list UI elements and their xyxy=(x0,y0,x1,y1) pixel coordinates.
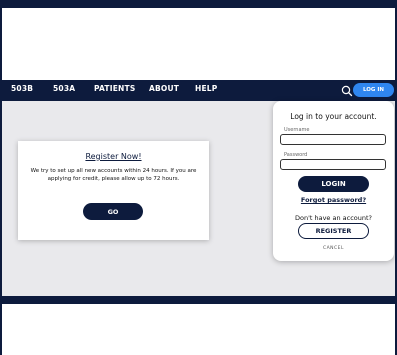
nav-item-help[interactable]: HELP xyxy=(195,84,217,93)
nav-login-button[interactable]: LOG IN xyxy=(353,83,394,97)
login-panel: Log in to your account. Username Passwor… xyxy=(273,101,394,261)
register-button[interactable]: REGISTER xyxy=(298,223,369,239)
login-button[interactable]: LOGIN xyxy=(298,176,369,192)
navbar: 503B 503A PATIENTS ABOUT HELP LOG IN xyxy=(0,80,397,101)
top-border xyxy=(0,0,397,8)
cancel-link[interactable]: CANCEL xyxy=(273,246,394,251)
register-title: Register Now! xyxy=(85,152,142,161)
no-account-text: Don't have an account? xyxy=(294,214,373,222)
register-message: We try to set up all new accounts within… xyxy=(30,168,197,182)
login-title: Log in to your account. xyxy=(290,112,377,121)
search-icon[interactable] xyxy=(340,83,354,97)
go-button[interactable]: GO xyxy=(83,203,143,220)
password-label: Password xyxy=(284,152,308,158)
username-input[interactable] xyxy=(280,134,386,145)
forgot-password-link[interactable]: Forgot password? xyxy=(273,196,394,204)
nav-item-503b[interactable]: 503B xyxy=(11,84,33,93)
username-label: Username xyxy=(284,127,310,133)
register-card: Register Now! We try to set up all new a… xyxy=(18,141,209,240)
password-input[interactable] xyxy=(280,159,386,170)
nav-item-about[interactable]: ABOUT xyxy=(149,84,179,93)
nav-item-503a[interactable]: 503A xyxy=(53,84,75,93)
bottom-divider xyxy=(0,296,397,304)
nav-item-patients[interactable]: PATIENTS xyxy=(94,84,135,93)
